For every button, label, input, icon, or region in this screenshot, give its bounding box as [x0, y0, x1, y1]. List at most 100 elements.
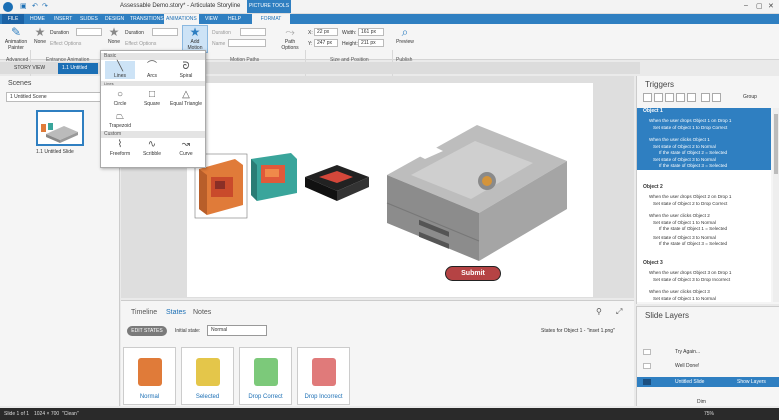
entrance-duration-input[interactable] [76, 28, 102, 36]
zoom-level[interactable]: 75% [704, 408, 714, 420]
copy-trigger-icon[interactable] [665, 93, 674, 102]
shape-trapezoid[interactable]: ⏢ Trapezoid [105, 111, 135, 129]
story-view-tab[interactable]: STORY VIEW [10, 63, 49, 74]
slide-tab[interactable]: 1.1 Untitled Sli... [58, 63, 98, 82]
path-icon: ⤳ [285, 25, 295, 39]
theme-name: "Clean" [62, 411, 79, 417]
initial-state-select[interactable]: Normal [207, 325, 267, 336]
layer-base-slide[interactable]: Untitled Slide Show Layers [637, 377, 779, 387]
move-up-icon[interactable] [701, 93, 710, 102]
tab-format[interactable]: FORMAT [252, 14, 290, 24]
maximize-icon[interactable]: ▢ [756, 2, 763, 10]
paste-trigger-icon[interactable] [676, 93, 685, 102]
group-checkbox[interactable]: Group [743, 94, 757, 100]
trigger-object-1[interactable]: Object 1 When the user drops Object 1 on… [637, 108, 771, 170]
trigger-object-3[interactable]: Object 3 When the user drops Object 3 on… [637, 260, 771, 302]
arc-path-icon: ⌒ [147, 61, 157, 72]
save-icon[interactable]: ▣ [20, 2, 27, 10]
entrance-none-button[interactable]: ★ None [32, 26, 48, 45]
tab-animations[interactable]: ANIMATIONS [164, 14, 199, 24]
state-drop-incorrect[interactable]: Drop Incorrect [297, 347, 350, 405]
minimize-icon[interactable]: – [744, 2, 748, 9]
exit-effect-options[interactable]: Effect Options [125, 41, 156, 47]
width-input[interactable]: 161 px [358, 28, 384, 36]
tab-notes[interactable]: Notes [193, 309, 211, 316]
dim-checkbox[interactable]: Dim [697, 399, 706, 405]
state-drop-correct[interactable]: Drop Correct [239, 347, 292, 405]
teal-cartridge[interactable] [251, 153, 297, 201]
layer-visibility-checkbox[interactable] [643, 363, 651, 369]
tab-timeline[interactable]: Timeline [131, 309, 157, 316]
shape-scribble[interactable]: ∿ Scribble [137, 139, 167, 157]
path-options-button[interactable]: ⤳ Path Options [278, 26, 302, 51]
state-thumbnail [312, 358, 336, 386]
shape-lines[interactable]: ╲ Lines [105, 61, 135, 79]
height-input[interactable]: 211 px [358, 39, 384, 47]
exit-duration-input[interactable] [152, 28, 178, 36]
shapes-custom-header: Custom [101, 131, 205, 138]
shape-square[interactable]: □ Square [137, 89, 167, 107]
square-path-icon: □ [148, 89, 156, 100]
shape-equal-triangle[interactable]: △ Equal Triangle [169, 89, 203, 107]
entrance-effect-options[interactable]: Effect Options [50, 41, 81, 47]
show-layers-dropdown[interactable]: Show Layers [737, 377, 766, 387]
width-label: Width: [342, 30, 357, 36]
pin-icon[interactable]: ⚲ [596, 307, 602, 316]
submit-button[interactable]: Submit [445, 266, 501, 281]
layer-visibility-checkbox[interactable] [643, 349, 651, 355]
game-console[interactable] [386, 125, 567, 261]
scribble-path-icon: ∿ [147, 139, 157, 150]
shape-arcs[interactable]: ⌒ Arcs [137, 61, 167, 79]
undo-icon[interactable]: ↶ [32, 2, 38, 10]
scroll-thumb[interactable] [774, 114, 778, 174]
trigger-line: Set state of Object 2 to Drop Correct [653, 201, 728, 206]
expand-icon[interactable]: ⤢ [616, 307, 622, 317]
motion-duration-input[interactable] [240, 28, 266, 36]
tab-insert[interactable]: INSERT [52, 14, 74, 24]
close-icon[interactable]: ✕ [768, 2, 774, 10]
triggers-scrollbar[interactable] [773, 108, 779, 302]
state-normal[interactable]: Normal [123, 347, 176, 405]
tab-file[interactable]: FILE [2, 14, 24, 24]
exit-none-button[interactable]: ★ None [106, 26, 122, 45]
tab-design[interactable]: DESIGN [103, 14, 126, 24]
slide-thumbnail[interactable] [36, 110, 84, 146]
layer-well-done[interactable]: Well Done! [637, 361, 779, 371]
shape-spiral[interactable]: ᘐ Spiral [171, 61, 201, 79]
tab-transitions[interactable]: TRANSITIONS [128, 14, 166, 24]
triggers-toolbar [641, 92, 779, 104]
trigger-object-2[interactable]: Object 2 When the user drops Object 2 on… [637, 184, 771, 256]
black-cartridge[interactable] [305, 165, 369, 201]
star-icon: ★ [34, 25, 46, 39]
y-input[interactable]: 247 px [314, 39, 338, 47]
slide-artwork [194, 125, 567, 261]
motion-name-input[interactable] [228, 39, 266, 47]
layer-try-again[interactable]: Try Again... [637, 347, 779, 357]
tab-states[interactable]: States [166, 309, 186, 316]
delete-trigger-icon[interactable] [687, 93, 696, 102]
animation-painter-button[interactable]: ✎ Animation Painter [3, 26, 29, 51]
edit-states-button[interactable]: EDIT STATES [127, 326, 167, 336]
tab-help[interactable]: HELP [226, 14, 243, 24]
new-trigger-icon[interactable] [643, 93, 652, 102]
trigger-line: If the state of Object 3 = Selected [659, 241, 728, 246]
edit-trigger-icon[interactable] [654, 93, 663, 102]
tab-view[interactable]: VIEW [203, 14, 220, 24]
preview-button[interactable]: ⌕ Preview [394, 26, 416, 45]
shapes-basic-header: Basic [101, 53, 205, 60]
shape-freeform[interactable]: ⌇ Freeform [105, 139, 135, 157]
circle-path-icon: ○ [116, 89, 124, 100]
tab-slides[interactable]: SLIDES [78, 14, 100, 24]
state-selected[interactable]: Selected [181, 347, 234, 405]
x-input[interactable]: 22 px [314, 28, 338, 36]
shape-circle[interactable]: ○ Circle [105, 89, 135, 107]
slide-size: 1024 × 700 [34, 411, 60, 417]
add-motion-path-button[interactable]: ★ Add Motion Path [182, 25, 208, 57]
slide-canvas[interactable] [187, 83, 593, 297]
shape-curve[interactable]: ↝ Curve [171, 139, 201, 157]
move-down-icon[interactable] [712, 93, 721, 102]
tab-home[interactable]: HOME [28, 14, 47, 24]
redo-icon[interactable]: ↷ [42, 2, 48, 10]
base-layer-thumbnail [643, 379, 651, 385]
scene-select[interactable]: 1 Untitled Scene [6, 92, 114, 102]
